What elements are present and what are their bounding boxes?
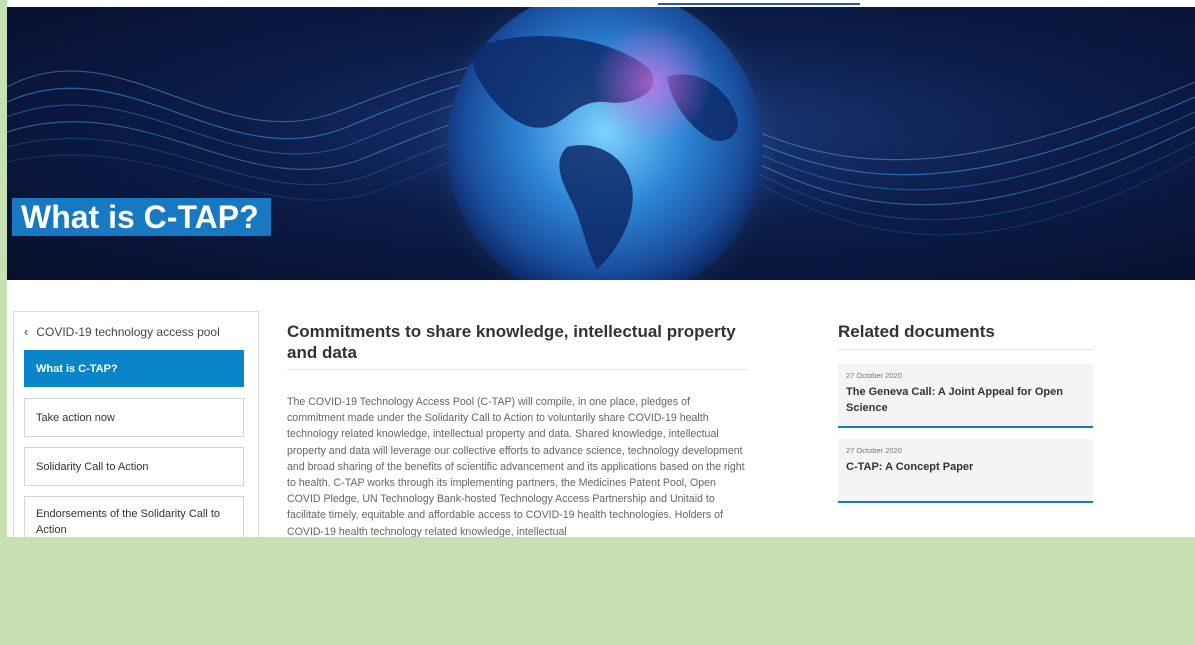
- back-link[interactable]: ‹ COVID-19 technology access pool: [24, 324, 220, 339]
- sidebar-item-take-action[interactable]: Take action now: [24, 398, 244, 437]
- document-card[interactable]: 27 October 2020 C-TAP: A Concept Paper: [838, 439, 1093, 503]
- sidebar-item-label: Endorsements of the Solidarity Call to A…: [36, 508, 221, 536]
- document-card[interactable]: 27 October 2020 The Geneva Call: A Joint…: [838, 364, 1093, 428]
- back-link-label: COVID-19 technology access pool: [36, 324, 220, 339]
- sidebar-item-label: Take action now: [36, 411, 115, 424]
- cropped-link[interactable]: [658, 0, 860, 5]
- page-title: What is C-TAP?: [12, 198, 271, 236]
- related-documents-heading: Related documents: [838, 322, 995, 341]
- divider: [838, 349, 1093, 350]
- body-text: The COVID-19 Technology Access Pool (C-T…: [287, 396, 745, 537]
- document-date: 27 October 2020: [846, 446, 902, 455]
- hero-banner: What is C-TAP?: [7, 7, 1195, 280]
- divider: [287, 369, 747, 370]
- sidebar-nav: ‹ COVID-19 technology access pool What i…: [13, 311, 259, 537]
- document-date: 27 October 2020: [846, 371, 902, 380]
- document-title[interactable]: The Geneva Call: A Joint Appeal for Open…: [846, 384, 1085, 416]
- screenshot-frame: What is C-TAP? ‹ COVID-19 technology acc…: [7, 0, 1195, 537]
- globe-illustration: [7, 7, 1195, 280]
- chevron-left-icon: ‹: [24, 324, 29, 339]
- sidebar-item-label: Solidarity Call to Action: [36, 460, 149, 473]
- sidebar-item-solidarity-call[interactable]: Solidarity Call to Action: [24, 447, 244, 486]
- cropped-top-strip: [7, 0, 1195, 7]
- sidebar-item-label: What is C-TAP?: [36, 362, 118, 375]
- sidebar-item-endorsements[interactable]: Endorsements of the Solidarity Call to A…: [24, 496, 244, 537]
- sidebar-item-what-is-ctap[interactable]: What is C-TAP?: [24, 350, 244, 387]
- section-heading: Commitments to share knowledge, intellec…: [287, 322, 736, 362]
- document-title[interactable]: C-TAP: A Concept Paper: [846, 459, 1085, 475]
